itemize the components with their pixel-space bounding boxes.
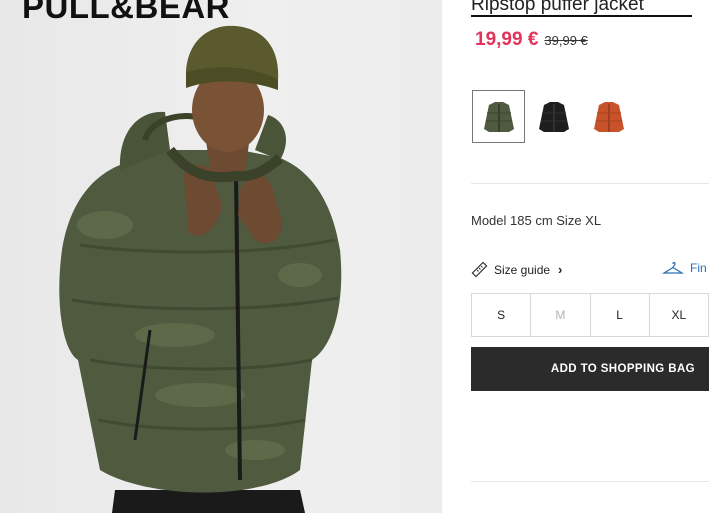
- jacket-thumbnail-icon: [593, 101, 624, 132]
- color-swatches: [472, 90, 635, 143]
- color-swatch-black[interactable]: [527, 90, 580, 143]
- chevron-right-icon: ›: [558, 262, 563, 277]
- model-size-info: Model 185 cm Size XL: [471, 213, 602, 228]
- size-option-l[interactable]: L: [591, 294, 650, 336]
- color-swatch-orange[interactable]: [582, 90, 635, 143]
- jacket-thumbnail-icon: [538, 101, 569, 132]
- hanger-icon: [662, 261, 684, 274]
- size-selector: S M L XL: [471, 293, 709, 337]
- size-guide-link[interactable]: Size guide ›: [471, 261, 562, 278]
- original-price: 39,99 €: [544, 33, 588, 48]
- size-option-s[interactable]: S: [472, 294, 532, 336]
- product-title: Ripstop puffer jacket: [471, 0, 644, 15]
- section-divider: [471, 183, 709, 184]
- size-guide-label: Size guide: [494, 262, 551, 277]
- find-size-link[interactable]: Fin: [662, 261, 707, 275]
- add-to-shopping-bag-button[interactable]: ADD TO SHOPPING BAG: [471, 347, 709, 391]
- section-divider: [471, 481, 709, 482]
- size-option-xl[interactable]: XL: [650, 294, 708, 336]
- product-image[interactable]: PULL&BEAR: [0, 0, 442, 513]
- title-underline: [471, 15, 692, 17]
- size-option-m[interactable]: M: [531, 294, 591, 336]
- price-row: 19,99 € 39,99 €: [475, 29, 588, 51]
- model-photo: [59, 25, 342, 513]
- jacket-thumbnail-icon: [483, 101, 514, 132]
- color-swatch-khaki[interactable]: [472, 90, 525, 143]
- brand-logo[interactable]: PULL&BEAR: [22, 0, 230, 23]
- ruler-icon: [471, 261, 488, 278]
- find-size-label: Fin: [690, 261, 707, 275]
- current-price: 19,99 €: [475, 29, 539, 50]
